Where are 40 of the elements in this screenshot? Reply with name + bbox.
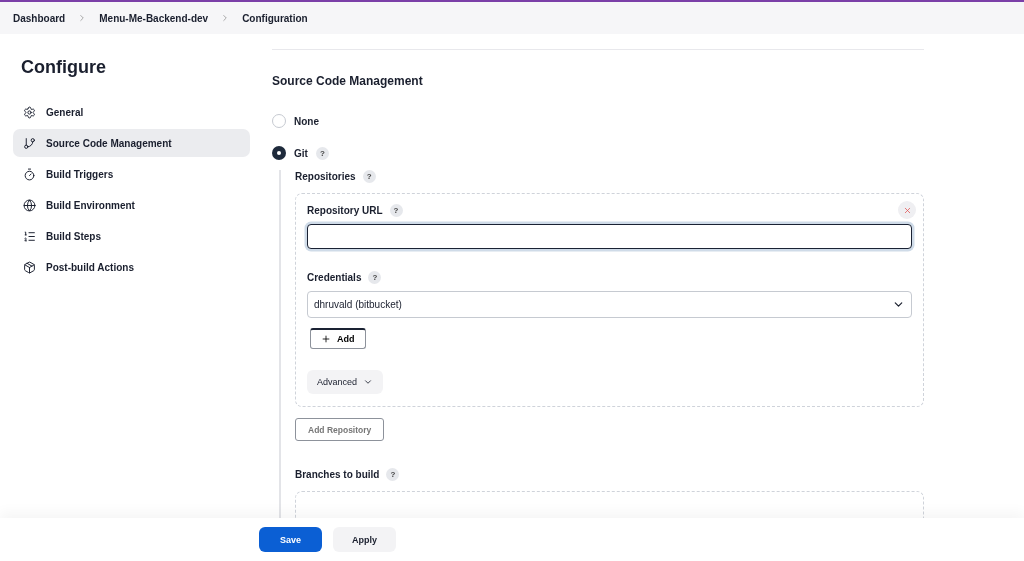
breadcrumb-link[interactable]: Menu-Me-Backend-dev <box>99 12 209 24</box>
sidebar-item[interactable]: Post-build Actions <box>13 253 250 281</box>
sidebar-title: Configure <box>21 57 107 78</box>
repository-url-field[interactable] <box>307 224 912 249</box>
save-button[interactable]: Save <box>259 527 322 552</box>
breadcrumb-link[interactable]: Dashboard <box>13 12 66 24</box>
sidebar-item[interactable]: Build Environment <box>13 191 250 219</box>
breadcrumb-link[interactable]: Configuration <box>242 12 308 24</box>
close-button[interactable] <box>898 201 916 219</box>
field-label: Credentials <box>307 272 362 283</box>
add-button[interactable]: Add <box>310 328 366 349</box>
help-icon[interactable]: ? <box>389 204 403 217</box>
sidebar-item[interactable]: Source Code Management <box>13 129 250 157</box>
add-repository-button[interactable]: Add Repository <box>295 418 385 441</box>
radio-button[interactable] <box>272 146 286 160</box>
credentials-select[interactable]: dhruvald (bitbucket) <box>307 291 912 318</box>
list-icon <box>23 229 36 243</box>
advanced-button[interactable]: Advanced <box>307 370 384 394</box>
field-label: Repository URL <box>307 205 383 216</box>
help-icon[interactable]: ? <box>368 271 382 284</box>
field-label: Branches to build <box>295 469 380 480</box>
apply-button[interactable]: Apply <box>333 527 396 552</box>
help-icon[interactable]: ? <box>315 146 329 160</box>
close-icon <box>902 205 912 215</box>
timer-icon <box>23 167 36 181</box>
branch-icon <box>23 136 36 150</box>
help-icon[interactable]: ? <box>386 468 400 481</box>
field-label: Repositories <box>295 171 356 182</box>
sidebar-item[interactable]: Build Steps <box>13 222 250 250</box>
sidebar-item[interactable]: General <box>13 98 250 126</box>
option-label: None <box>294 115 319 127</box>
plus-icon <box>321 334 331 344</box>
section-title: Source Code Management <box>272 74 424 88</box>
help-icon[interactable]: ? <box>362 170 376 183</box>
sidebar-item[interactable]: Build Triggers <box>13 160 250 188</box>
option-label: Git <box>294 147 308 159</box>
globe-icon <box>23 198 36 212</box>
settings-icon <box>23 105 36 119</box>
package-icon <box>23 260 36 274</box>
chevron-down-icon <box>363 377 374 387</box>
